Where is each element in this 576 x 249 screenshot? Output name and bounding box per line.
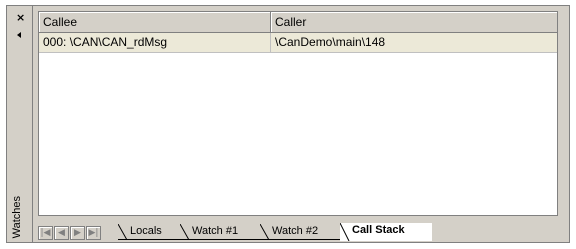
- next-page-icon: ▶: [74, 228, 81, 238]
- close-icon[interactable]: ×: [16, 12, 25, 23]
- tab-bar: |◀ ◀ ▶ ▶| Locals Watch #1 Watch #2 Call …: [38, 223, 558, 242]
- first-page-icon: |◀: [40, 228, 51, 238]
- tab-edge-icon: [180, 224, 190, 240]
- tab-label: Watch #1: [192, 225, 239, 237]
- next-page-button[interactable]: ▶: [70, 226, 85, 240]
- watches-window: × Watches Callee Caller 000: \CAN\CAN_rd…: [6, 5, 570, 243]
- last-page-button[interactable]: ▶|: [86, 226, 101, 240]
- tab-label: Watch #2: [272, 225, 319, 237]
- last-page-icon: ▶|: [88, 228, 99, 238]
- window-side-bar: × Watches: [7, 6, 33, 242]
- column-header-callee[interactable]: Callee: [39, 12, 271, 33]
- tab-edge-icon: [118, 224, 128, 240]
- tab-label: Locals: [130, 225, 162, 237]
- prev-page-icon: ◀: [58, 228, 65, 238]
- caller-cell: \CanDemo\main\148: [275, 35, 386, 49]
- column-header-caller[interactable]: Caller: [271, 12, 557, 33]
- window-title: Watches: [11, 195, 23, 238]
- table-row[interactable]: 000: \CAN\CAN_rdMsg \CanDemo\main\148: [39, 33, 557, 53]
- table-header: Callee Caller: [39, 12, 557, 33]
- tab-watch-2[interactable]: Watch #2: [260, 224, 340, 240]
- tab-call-stack[interactable]: Call Stack: [340, 223, 432, 241]
- callee-cell: 000: \CAN\CAN_rdMsg: [39, 33, 271, 52]
- call-stack-table: Callee Caller 000: \CAN\CAN_rdMsg \CanDe…: [38, 11, 558, 216]
- first-page-button[interactable]: |◀: [38, 226, 53, 240]
- tab-label: Call Stack: [352, 224, 405, 236]
- tab-edge-icon: [340, 223, 350, 241]
- tab-locals[interactable]: Locals: [118, 224, 180, 240]
- prev-page-button[interactable]: ◀: [54, 226, 69, 240]
- tab-edge-icon: [260, 224, 270, 240]
- tab-watch-1[interactable]: Watch #1: [180, 224, 260, 240]
- pin-icon[interactable]: [17, 32, 21, 38]
